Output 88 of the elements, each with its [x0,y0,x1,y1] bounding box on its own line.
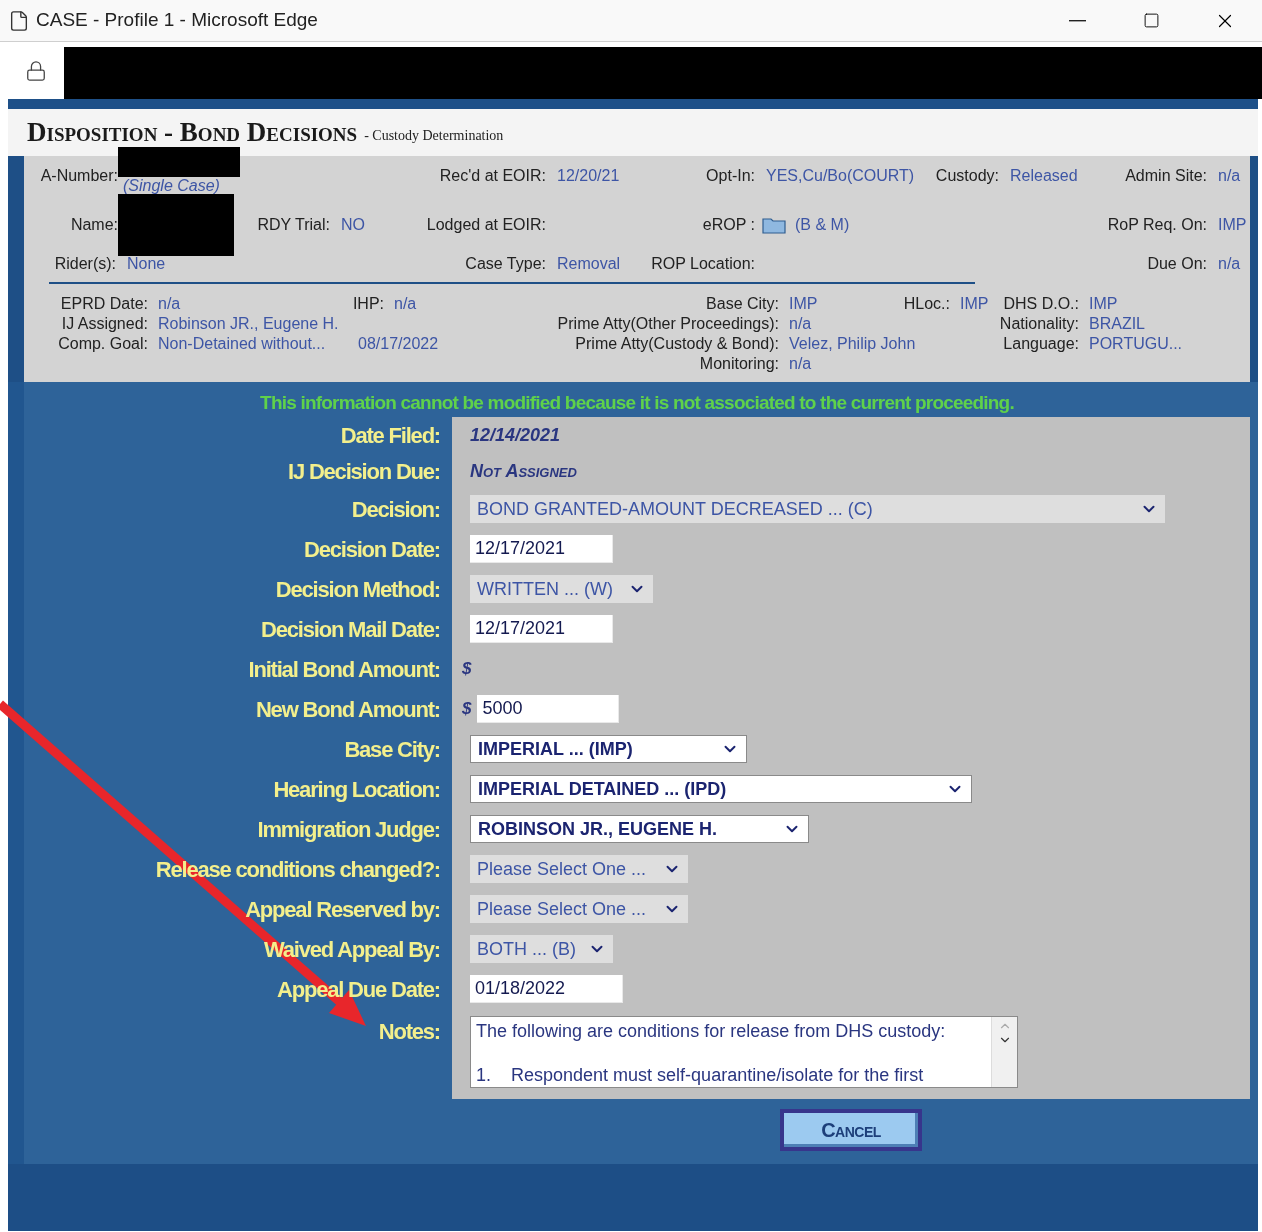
text-input[interactable]: 12/17/2021 [470,615,613,643]
field-label: ROP Location: [651,255,755,272]
field-value: IMP [789,295,818,312]
field-label: Decision Mail Date: [261,615,440,644]
field-label: Custody: [935,167,999,184]
field-label: Base City: [706,295,779,312]
field-label: New Bond Amount: [255,695,440,724]
field-value: IMP [960,295,989,312]
cancel-button[interactable]: Cancel [780,1109,922,1151]
field-label: Initial Bond Amount: [248,655,440,684]
field-value: n/a [158,295,181,312]
field-value: 08/17/2022 [358,335,439,352]
field-label: IHP: [352,295,384,312]
folder-icon[interactable] [762,216,786,234]
field-label: eROP : [702,216,755,233]
field-label: Immigration Judge: [257,815,440,844]
scrollbar[interactable] [991,1017,1017,1087]
field-value: YES,Cu/Bo(COURT) [766,167,915,184]
field-label: Rec'd at EOIR: [439,167,546,184]
field-value: n/a [1218,255,1241,272]
field-label: Case Type: [465,255,546,272]
text-input[interactable]: 12/17/2021 [470,535,613,563]
field-label: A-Number: [40,167,118,184]
field-value: Non-Detained without... [158,335,326,352]
field-label: Prime Atty(Other Proceedings): [557,315,779,332]
field-value: BRAZIL [1089,315,1145,332]
field-label: Decision Method: [275,575,440,604]
field-label: Admin Site: [1125,167,1207,184]
field-value: n/a [789,315,812,332]
dropdown[interactable]: IMPERIAL DETAINED ... (IPD) [470,775,972,803]
field-label: RDY Trial: [257,216,330,233]
field-label: RoP Req. On: [1107,216,1207,233]
window-title: CASE - Profile 1 - Microsoft Edge [36,8,318,33]
maximize-icon [1142,12,1160,29]
field-label: IJ Decision Due: [288,457,440,486]
field-value: Velez, Philip John [789,335,916,352]
field-value: Released [1010,167,1078,184]
currency-sign: $ [462,658,472,681]
field-value: NO [341,216,365,233]
notice-text: This information cannot be modified because it is not associated to the current proceeding. [260,390,1014,415]
notes-line: 1. Respondent must self-quarantine/isolate for the first [476,1064,925,1086]
notes-textarea[interactable]: The following are conditions for release from DHS custody: 1. Respondent must self-quarantine/isolate for the first [470,1016,1018,1088]
field-label: Prime Atty(Custody & Bond): [575,335,779,352]
field-value: None [127,255,166,272]
field-label: Due On: [1147,255,1207,272]
field-label: Appeal Reserved by: [245,895,440,924]
field-value: n/a [1218,167,1241,184]
field-label: Nationality: [999,315,1079,332]
field-label: Rider(s): [54,255,116,272]
field-label: IJ Assigned: [61,315,148,332]
field-value: IMP [1089,295,1118,312]
dropdown[interactable]: ROBINSON JR., EUGENE H. [470,815,809,843]
field-label: DHS D.O.: [1003,295,1079,312]
field-value: 12/20/21 [557,167,620,184]
field-value: Robinson JR., Eugene H. [158,315,339,332]
dropdown[interactable]: IMPERIAL ... (IMP) [470,735,747,763]
field-value: n/a [394,295,417,312]
currency-sign: $ [462,698,472,721]
field-value: 12/14/2021 [470,423,561,447]
text-input[interactable]: 01/18/2022 [470,975,623,1003]
field-label: Date Filed: [340,421,440,450]
text-input[interactable]: 5000 [477,695,620,723]
field-label: HLoc.: [903,295,950,312]
field-label: Lodged at EOIR: [426,216,546,233]
field-value: PORTUGU... [1089,335,1183,352]
field-label: EPRD Date: [60,295,148,312]
field-label: Language: [1003,335,1079,352]
lock-icon[interactable] [25,59,47,82]
field-label: Comp. Goal: [58,335,148,352]
notes-line: The following are conditions for release from DHS custody: [476,1020,947,1042]
field-label: Opt-In: [706,167,755,184]
field-label: Notes: [378,1018,440,1046]
erop-value: (B & M) [795,215,850,235]
minimize-icon [1068,19,1086,22]
field-value: n/a [789,355,812,372]
field-value: IMP [1218,216,1247,233]
field-label: Hearing Location: [273,775,440,804]
field-label: Decision: [351,495,440,524]
page-title: Disposition - Bond Decisions [27,116,358,150]
single-case-link[interactable]: (Single Case) [123,177,220,195]
field-label: Name: [70,216,118,233]
field-label: Monitoring: [699,355,779,372]
field-label: Base City: [344,735,440,764]
page-icon [8,9,30,32]
field-value: Removal [557,255,621,272]
page-subtitle: - Custody Determination [364,127,504,145]
field-value: Not Assigned [470,459,577,483]
field-label: Decision Date: [303,535,440,564]
